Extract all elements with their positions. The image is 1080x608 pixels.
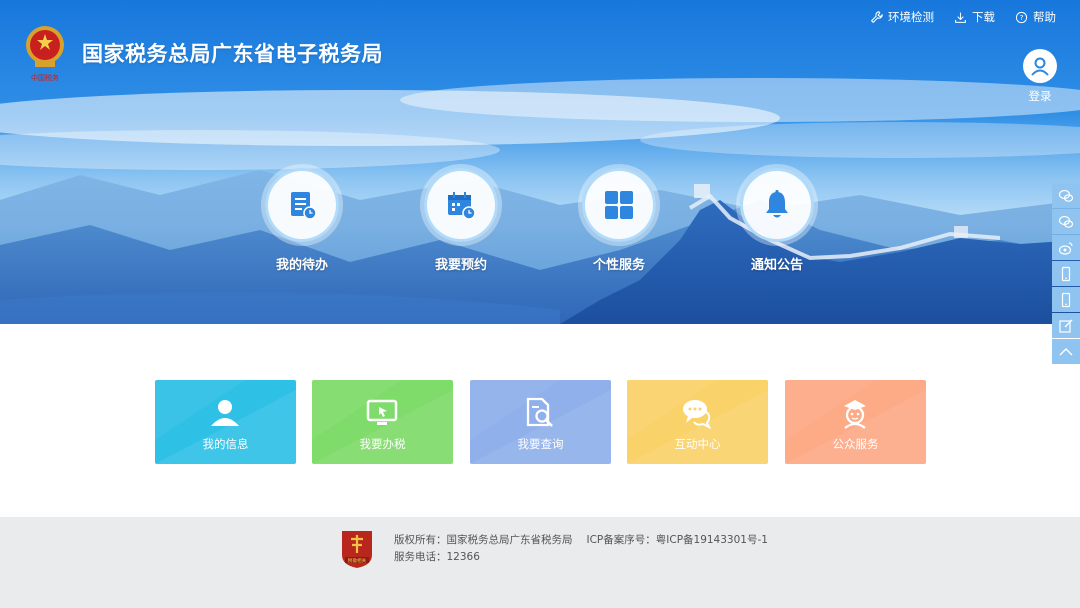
wechat-icon — [1058, 189, 1074, 202]
grid-icon — [605, 191, 633, 219]
wechat-icon — [1058, 215, 1074, 228]
footer-emblem-logo: 税徽相关 — [342, 531, 372, 568]
weibo-icon — [1058, 241, 1073, 255]
quick-action-personal-service-label: 个性服务 — [592, 258, 645, 273]
sidebar-mobile-button-2[interactable] — [1052, 287, 1080, 312]
calendar-clock-icon — [448, 192, 476, 220]
help-icon: ? — [1015, 11, 1028, 23]
footer-line-1: 版权所有：国家税务总局广东省税务局 ICP备案序号：粤ICP备19143301号-… — [394, 532, 782, 547]
footer: 税徽相关 版权所有：国家税务总局广东省税务局 ICP备案序号：粤ICP备19143… — [0, 517, 1080, 608]
quick-action-personal-service[interactable]: 个性服务 — [564, 168, 674, 273]
footer-icp: ICP备案序号：粤ICP备19143301号-1 — [586, 534, 768, 546]
quick-action-todo[interactable]: 我的待办 — [247, 168, 357, 273]
quick-action-appointment[interactable]: 我要预约 — [406, 168, 516, 273]
search-document-icon — [526, 397, 553, 427]
help-label: 帮助 — [1033, 10, 1056, 24]
environment-check-label: 环境检测 — [888, 10, 934, 24]
wrench-icon — [870, 10, 883, 23]
tile-interaction-center-label: 互动中心 — [674, 437, 721, 451]
quick-action-todo-label: 我的待办 — [275, 258, 328, 273]
user-avatar-icon — [1023, 49, 1057, 83]
bell-icon — [766, 190, 788, 218]
todo-document-icon — [291, 192, 317, 220]
site-title: 国家税务总局广东省电子税务局 — [82, 42, 383, 66]
sidebar-wechat-button-2[interactable] — [1052, 209, 1080, 234]
tile-query-label: 我要查询 — [517, 437, 564, 451]
sidebar-weibo-button[interactable] — [1052, 235, 1080, 260]
environment-check-link[interactable]: 环境检测 — [870, 9, 934, 25]
edit-icon — [1059, 319, 1073, 333]
tile-tax-handling[interactable]: 我要办税 — [312, 380, 453, 464]
quick-action-notice[interactable]: 通知公告 — [722, 168, 832, 273]
scroll-top-icon — [1059, 347, 1073, 355]
tile-public-service-label: 公众服务 — [832, 437, 879, 451]
tax-emblem-logo: 中国税务 — [26, 26, 64, 82]
svg-text:?: ? — [1020, 13, 1024, 22]
top-links: 环境检测 下载 ? 帮助 — [870, 9, 1056, 25]
footer-logo-caption: 税徽相关 — [348, 557, 367, 564]
footer-line-2: 服务电话：12366 — [394, 549, 494, 564]
sidebar-wechat-button[interactable] — [1052, 183, 1080, 208]
quick-action-notice-label: 通知公告 — [750, 258, 803, 273]
tile-my-info[interactable]: 我的信息 — [155, 380, 296, 464]
sidebar-back-to-top-button[interactable] — [1052, 339, 1080, 364]
floating-sidebar — [1052, 183, 1080, 365]
download-label: 下载 — [972, 10, 995, 24]
quick-action-appointment-label: 我要预约 — [434, 258, 487, 273]
login-button[interactable]: 登录 — [1020, 49, 1060, 104]
header-banner: 中国税务 国家税务总局广东省电子税务局 环境检测 下载 ? 帮助 登录 我的待办… — [0, 0, 1080, 324]
tile-tax-handling-label: 我要办税 — [359, 437, 406, 451]
chat-bubbles-icon — [683, 400, 712, 430]
service-person-icon — [844, 400, 866, 429]
help-link[interactable]: ? 帮助 — [1015, 9, 1056, 25]
tile-query[interactable]: 我要查询 — [470, 380, 611, 464]
tile-public-service[interactable]: 公众服务 — [785, 380, 926, 464]
sidebar-mobile-button[interactable] — [1052, 261, 1080, 286]
monitor-icon — [366, 399, 398, 425]
tile-interaction-center[interactable]: 互动中心 — [627, 380, 768, 464]
tile-my-info-label: 我的信息 — [202, 437, 249, 451]
logo-caption: 中国税务 — [31, 73, 59, 82]
mobile-icon — [1061, 292, 1071, 307]
login-label: 登录 — [1028, 89, 1052, 103]
footer-phone: 服务电话：12366 — [394, 551, 480, 563]
mobile-icon — [1061, 266, 1071, 281]
sidebar-feedback-button[interactable] — [1052, 313, 1080, 338]
footer-copyright: 版权所有：国家税务总局广东省税务局 — [394, 534, 573, 546]
download-link[interactable]: 下载 — [954, 9, 995, 25]
download-icon — [955, 12, 966, 23]
user-icon — [211, 400, 239, 426]
